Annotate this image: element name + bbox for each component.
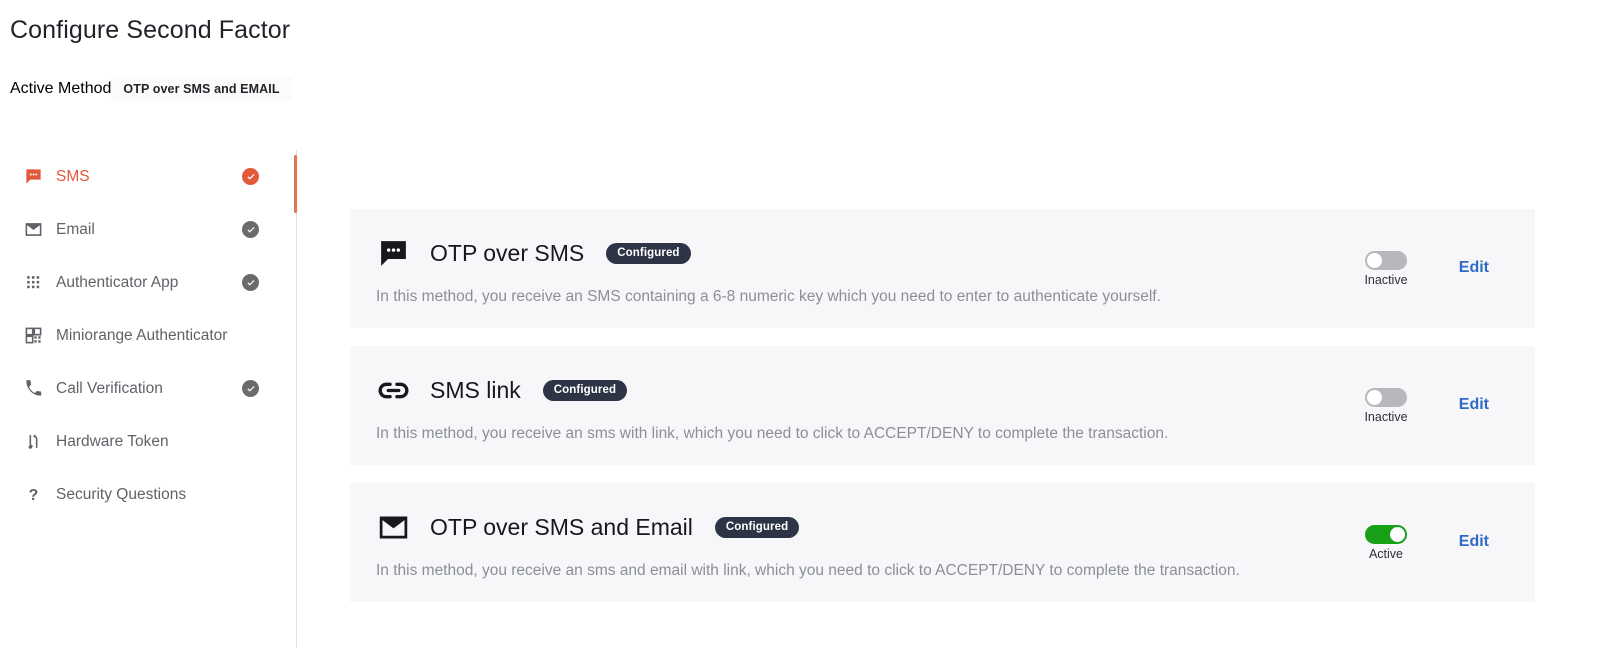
configured-check-icon xyxy=(242,380,259,397)
method-sidebar: SMS Email Authenticator App Miniorange Auth… xyxy=(0,150,297,648)
grid-dots-icon xyxy=(22,272,44,294)
status-badge: Configured xyxy=(606,242,691,264)
configure-second-factor-page: Configure Second Factor Active Method OT… xyxy=(0,0,1602,648)
method-description: In this method, you receive an SMS conta… xyxy=(376,288,1161,305)
toggle-state-label: Active xyxy=(1368,547,1404,561)
active-method-label: Active Method xyxy=(10,80,112,97)
method-title: SMS link xyxy=(430,376,521,403)
svg-text:?: ? xyxy=(28,487,38,504)
sidebar-item-label: SMS xyxy=(56,167,90,185)
edit-link[interactable]: Edit xyxy=(1459,259,1489,277)
method-title: OTP over SMS and Email xyxy=(430,513,693,540)
sidebar-item-label: Security Questions xyxy=(56,485,187,503)
status-badge: Configured xyxy=(714,516,800,538)
sidebar-item-miniorange-authenticator[interactable]: Miniorange Authenticator xyxy=(0,309,297,362)
toggle-state-label: Inactive xyxy=(1364,273,1408,287)
configured-check-icon xyxy=(242,221,259,238)
toggle-knob xyxy=(1367,253,1382,268)
configured-check-icon xyxy=(242,168,259,185)
sidebar-item-label: Call Verification xyxy=(56,379,163,397)
toggle-knob xyxy=(1390,527,1405,542)
sidebar-item-label: Miniorange Authenticator xyxy=(56,326,228,344)
method-toggle[interactable] xyxy=(1365,388,1407,407)
method-toggle-group: Inactive xyxy=(1355,251,1417,287)
envelope-icon xyxy=(22,219,44,241)
sidebar-item-hardware-token[interactable]: Hardware Token xyxy=(0,415,297,468)
question-mark-icon: ? xyxy=(22,484,44,506)
configured-check-icon xyxy=(242,274,259,291)
method-card-header: OTP over SMS and Email Configured xyxy=(376,510,800,544)
phone-icon xyxy=(22,378,44,400)
method-description: In this method, you receive an sms with … xyxy=(376,425,1169,442)
method-card: OTP over SMS and Email Configured In this … xyxy=(350,483,1535,602)
active-method-row: Active Method OTP over SMS and EMAIL xyxy=(10,77,292,101)
method-toggle-group: Inactive xyxy=(1355,388,1417,424)
toggle-state-label: Inactive xyxy=(1364,410,1408,424)
chat-bubble-icon xyxy=(376,236,410,270)
method-toggle[interactable] xyxy=(1365,525,1407,544)
usb-token-icon xyxy=(22,431,44,453)
chat-bubble-icon xyxy=(22,166,44,188)
sidebar-item-label: Email xyxy=(56,220,95,238)
envelope-icon xyxy=(376,510,410,544)
method-toggle[interactable] xyxy=(1365,251,1407,270)
page-title: Configure Second Factor xyxy=(10,16,291,44)
sidebar-item-security-questions[interactable]: ? Security Questions xyxy=(0,468,297,521)
method-card: OTP over SMS Configured In this method, yo… xyxy=(350,209,1535,328)
sidebar-item-authenticator-app[interactable]: Authenticator App xyxy=(0,256,297,309)
method-card-header: OTP over SMS Configured xyxy=(376,236,691,270)
method-card: SMS link Configured In this method, you re… xyxy=(350,346,1535,465)
sidebar-item-email[interactable]: Email xyxy=(0,203,297,256)
edit-link[interactable]: Edit xyxy=(1459,396,1489,414)
sidebar-item-sms[interactable]: SMS xyxy=(0,150,297,203)
qr-code-icon xyxy=(22,325,44,347)
edit-link[interactable]: Edit xyxy=(1459,533,1489,551)
active-method-value: OTP over SMS and EMAIL xyxy=(111,77,292,101)
method-description: In this method, you receive an sms and e… xyxy=(376,562,1240,579)
method-card-header: SMS link Configured xyxy=(376,373,628,407)
link-icon xyxy=(376,373,410,407)
sidebar-item-call-verification[interactable]: Call Verification xyxy=(0,362,297,415)
sidebar-item-label: Hardware Token xyxy=(56,432,169,450)
status-badge: Configured xyxy=(542,379,628,401)
sidebar-item-label: Authenticator App xyxy=(56,273,179,291)
method-toggle-group: Active xyxy=(1355,525,1417,561)
method-title: OTP over SMS xyxy=(430,239,585,266)
method-card-list: OTP over SMS Configured In this method, yo… xyxy=(350,209,1535,620)
toggle-knob xyxy=(1367,390,1382,405)
